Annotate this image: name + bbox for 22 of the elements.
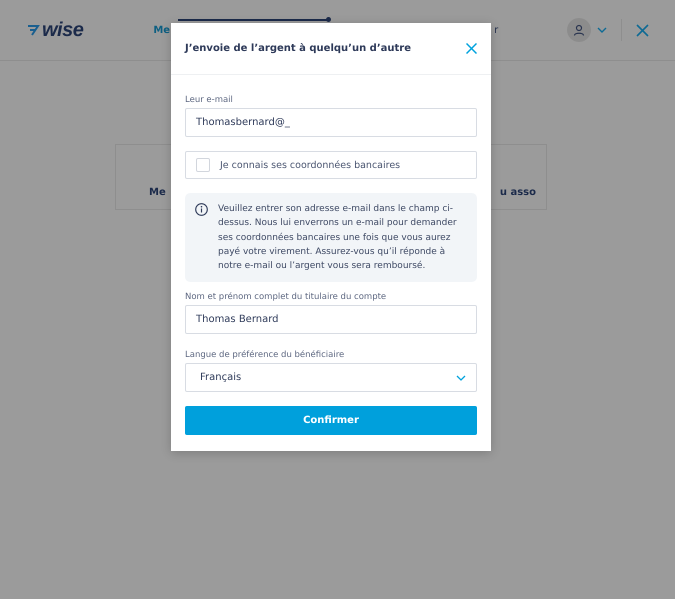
profile-button[interactable] bbox=[567, 18, 591, 42]
checkbox[interactable] bbox=[196, 158, 210, 172]
field-label: Leur e-mail bbox=[185, 95, 234, 105]
chevron-down-icon bbox=[456, 374, 466, 381]
close-icon[interactable] bbox=[466, 43, 477, 54]
info-icon bbox=[195, 203, 208, 216]
field-label: Nom et prénom complet du titulaire du compte bbox=[185, 292, 388, 302]
checkbox-row[interactable]: Je connais ses coordonnées bancaires bbox=[185, 151, 477, 179]
name-field[interactable]: Thomas Bernard bbox=[185, 305, 477, 334]
chevron-down-icon[interactable] bbox=[597, 27, 607, 33]
card-label: Me bbox=[149, 187, 166, 198]
field-label: Langue de préférence du bénéficiaire bbox=[185, 350, 346, 360]
card-label: u asso bbox=[500, 187, 536, 198]
checkbox-label: Je connais ses coordonnées bancaires bbox=[220, 160, 400, 170]
logo: wise bbox=[26, 18, 84, 42]
dialog-title: J’envoie de l’argent à quelqu’un d’autre bbox=[185, 43, 411, 54]
language-select[interactable]: Français bbox=[185, 363, 477, 392]
nav-item[interactable]: r bbox=[494, 24, 498, 36]
close-icon[interactable] bbox=[636, 24, 649, 36]
user-icon bbox=[573, 24, 585, 36]
info-text: Veuillez entrer son adresse e-mail dans le champ ci-dessus. Nous lui enverrons un e-mail pour demander ses coordonnées bancaires une fois que vous aurez payé votre virement. Assurez-vous qu’il réponde à notre e-mail ou l’argent vous sera remboursé. bbox=[218, 203, 458, 274]
email-field[interactable]: Thomasbernard@_ bbox=[185, 108, 477, 137]
